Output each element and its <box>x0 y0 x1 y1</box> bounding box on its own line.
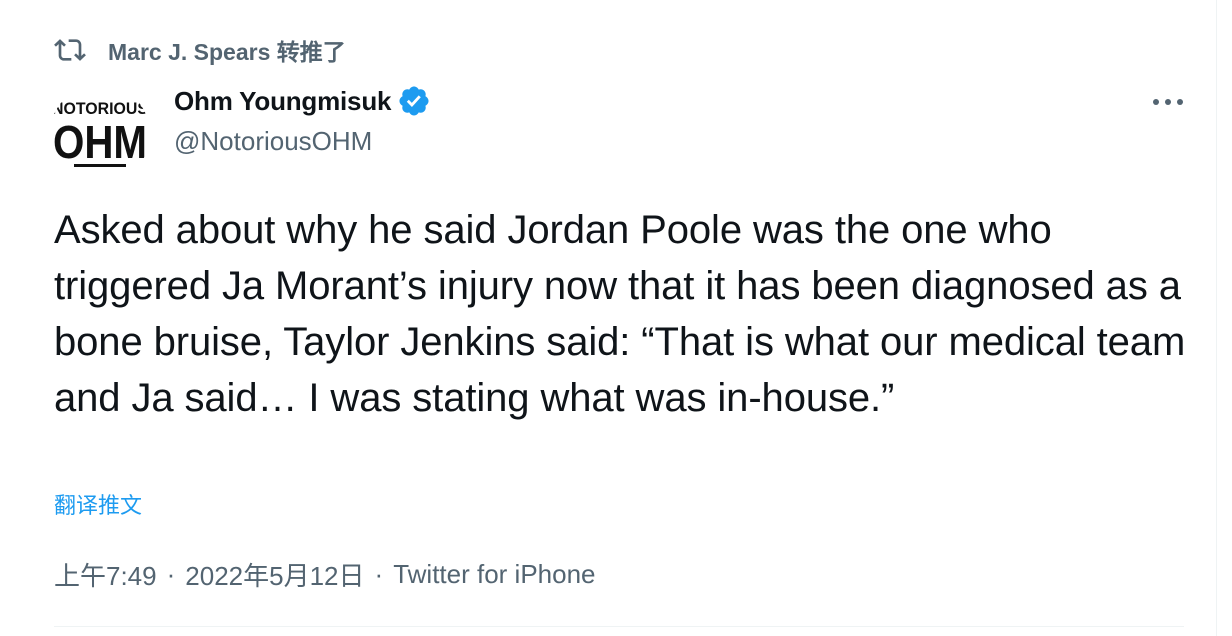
more-options-button[interactable] <box>1148 88 1188 116</box>
tweet-text: Asked about why he said Jordan Poole was… <box>54 208 1186 420</box>
retweet-context[interactable]: Marc J. Spears 转推了 <box>54 34 346 66</box>
avatar-text-bottom: OHM <box>53 116 147 168</box>
meta-separator: · <box>374 559 384 589</box>
timeline-border <box>1216 0 1217 636</box>
tweet-time[interactable]: 上午7:49 <box>54 556 157 593</box>
tweet-date[interactable]: 2022年5月12日 <box>185 556 364 593</box>
verified-badge-icon <box>397 84 431 118</box>
author-info[interactable]: Ohm Youngmisuk @NotoriousOHM <box>174 84 431 157</box>
tweet-meta: 上午7:49 · 2022年5月12日 · Twitter for iPhone <box>54 556 596 593</box>
tweet-source[interactable]: Twitter for iPhone <box>393 559 595 590</box>
author-handle[interactable]: @NotoriousOHM <box>174 126 431 157</box>
more-options-icon <box>1152 93 1184 111</box>
translate-tweet-link[interactable]: 翻译推文 <box>54 488 142 520</box>
display-name-row[interactable]: Ohm Youngmisuk <box>174 84 431 118</box>
meta-separator: · <box>166 559 176 589</box>
author-display-name[interactable]: Ohm Youngmisuk <box>174 86 391 117</box>
divider <box>54 626 1184 627</box>
avatar[interactable]: NOTORIOUS OHM <box>50 84 150 184</box>
retweet-label: Marc J. Spears 转推了 <box>108 39 346 65</box>
retweet-icon <box>54 34 86 66</box>
